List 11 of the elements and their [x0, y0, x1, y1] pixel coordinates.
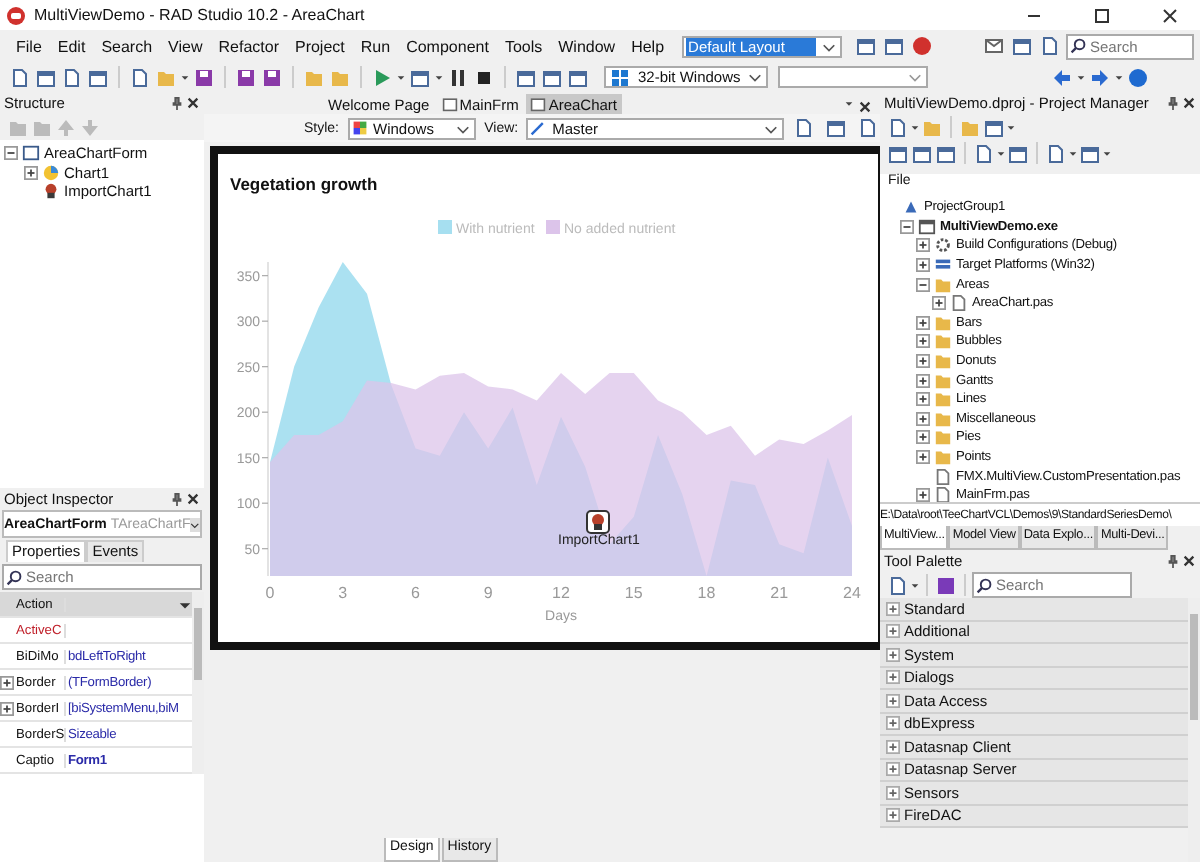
- x-tick-label: 0: [265, 584, 275, 602]
- x-tick-label: 3: [338, 584, 348, 602]
- x-tick-label: 9: [483, 584, 493, 602]
- x-tick-label: 15: [624, 584, 643, 602]
- x-tick-label: 12: [552, 584, 570, 602]
- x-tick-label: 21: [770, 584, 789, 602]
- x-tick-label: 6: [411, 584, 420, 602]
- chart-title: Vegetation growth: [230, 174, 378, 194]
- x-tick-label: 18: [697, 584, 716, 602]
- window-title: MultiViewDemo - RAD Studio 10.2 - AreaChart: [34, 6, 365, 24]
- x-tick-label: 24: [843, 584, 861, 602]
